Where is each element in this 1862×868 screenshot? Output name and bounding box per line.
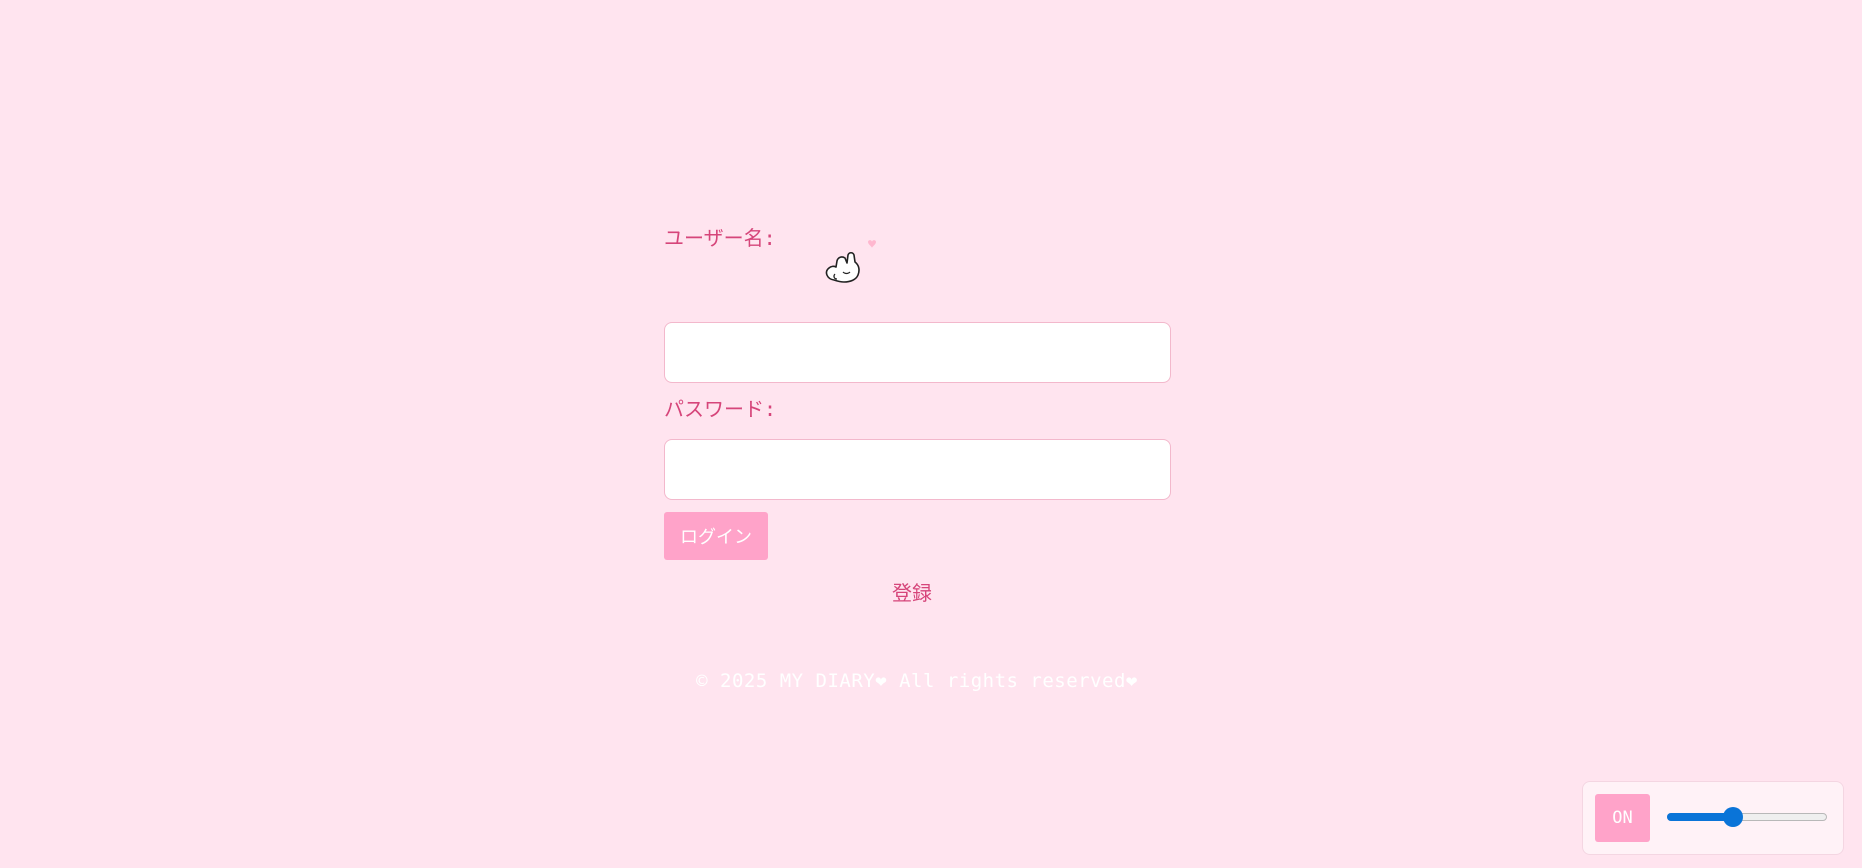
slider-thumb[interactable]	[1723, 807, 1743, 827]
username-label: ユーザー名:	[664, 226, 776, 250]
login-button[interactable]: ログイン	[664, 512, 768, 560]
username-input[interactable]	[664, 322, 1171, 383]
footer-copyright: © 2025 MY DIARY❤ All rights reserved❤	[696, 670, 1138, 692]
control-panel: ON	[1582, 781, 1844, 855]
rabbit-icon	[825, 240, 876, 283]
register-link[interactable]: 登録	[892, 577, 932, 606]
heart-icon	[868, 240, 876, 248]
password-input[interactable]	[664, 439, 1171, 500]
password-label: パスワード:	[664, 397, 777, 421]
login-page: ユーザー名: パスワード: ログイン 登録 © 2025 MY DIARY❤ A…	[0, 0, 1862, 868]
login-form: ユーザー名: パスワード: ログイン	[664, 222, 1171, 560]
volume-slider[interactable]	[1667, 806, 1827, 828]
on-toggle-button[interactable]: ON	[1595, 794, 1650, 842]
